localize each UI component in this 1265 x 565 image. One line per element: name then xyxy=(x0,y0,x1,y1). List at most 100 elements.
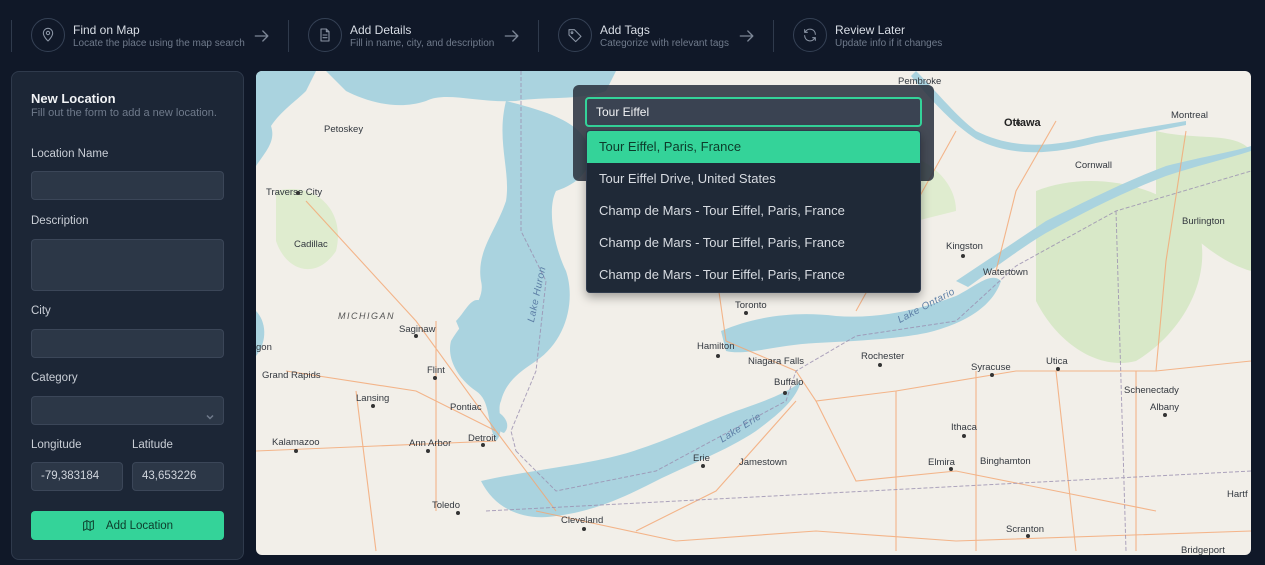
map-dot xyxy=(456,511,460,515)
chevron-down-icon xyxy=(205,406,215,420)
map-dot xyxy=(481,443,485,447)
map-label-ithaca: Ithaca xyxy=(951,422,977,433)
location-name-input[interactable] xyxy=(31,171,224,200)
step-description: Fill in name, city, and description xyxy=(350,38,495,49)
map-label-utica: Utica xyxy=(1046,356,1068,367)
step-find-on-map: Find on Map Locate the place using the m… xyxy=(31,18,245,54)
map-dot xyxy=(296,191,300,195)
step-divider xyxy=(773,20,774,52)
map-dot xyxy=(701,464,705,468)
map-label-hartf: Hartf xyxy=(1227,489,1248,500)
map-label-syracuse: Syracuse xyxy=(971,362,1011,373)
map-label-pontiac: Pontiac xyxy=(450,402,482,413)
description-textarea[interactable] xyxy=(31,239,224,291)
search-result-item[interactable]: Champ de Mars - Tour Eiffel, Paris, Fran… xyxy=(587,259,920,291)
map-dot xyxy=(582,527,586,531)
map-dot xyxy=(744,311,748,315)
map-label-albany: Albany xyxy=(1150,402,1180,413)
step-title: Find on Map xyxy=(73,23,140,37)
form-title: New Location xyxy=(31,91,116,106)
map-search-input[interactable]: Tour Eiffel xyxy=(585,97,922,127)
map-label-jamestown: Jamestown xyxy=(739,457,788,468)
map-label-buffalo: Buffalo xyxy=(774,377,804,388)
map-label-gon: gon xyxy=(256,342,272,353)
map-label-ottawa: Ottawa xyxy=(1004,117,1041,129)
city-input[interactable] xyxy=(31,329,224,358)
refresh-icon xyxy=(793,18,827,52)
map-label-rochester: Rochester xyxy=(861,351,905,362)
description-label: Description xyxy=(31,215,89,227)
map-icon xyxy=(83,520,94,531)
search-result-item[interactable]: Champ de Mars - Tour Eiffel, Paris, Fran… xyxy=(587,195,920,227)
map-label-cleveland: Cleveland xyxy=(561,515,604,526)
category-label: Category xyxy=(31,372,78,384)
latitude-label: Latitude xyxy=(132,439,173,451)
map-label-kingston: Kingston xyxy=(946,241,983,252)
map-dot xyxy=(962,434,966,438)
map-label-scranton: Scranton xyxy=(1006,524,1045,535)
search-result-item[interactable]: Tour Eiffel, Paris, France xyxy=(587,131,920,163)
map-dot xyxy=(371,404,375,408)
map-label-erie: Erie xyxy=(693,453,710,464)
longitude-label: Longitude xyxy=(31,439,82,451)
step-add-details: Add Details Fill in name, city, and desc… xyxy=(308,18,494,54)
map-label-cadillac: Cadillac xyxy=(294,239,328,250)
step-description: Categorize with relevant tags xyxy=(600,38,729,49)
tag-icon xyxy=(558,18,592,52)
arrow-right-icon xyxy=(252,26,272,51)
step-review-later: Review Later Update info if it changes xyxy=(793,18,942,54)
step-divider xyxy=(11,20,12,52)
map-label-burlington: Burlington xyxy=(1182,216,1225,227)
map-label-traverse-city: Traverse City xyxy=(266,187,323,198)
map-label-watertown: Watertown xyxy=(983,267,1029,278)
map-label-michigan: MICHIGAN xyxy=(338,311,395,321)
map-dot xyxy=(961,254,965,258)
add-location-label: Add Location xyxy=(105,519,174,532)
map-dot xyxy=(1026,534,1030,538)
latitude-input[interactable]: 43,653226 xyxy=(132,462,224,491)
map-dot xyxy=(1056,367,1060,371)
step-divider xyxy=(288,20,289,52)
step-description: Update info if it changes xyxy=(835,38,943,49)
search-result-item[interactable]: Champ de Mars - Tour Eiffel, Paris, Fran… xyxy=(587,227,920,259)
map-label-kalamazoo: Kalamazoo xyxy=(272,437,320,448)
step-add-tags: Add Tags Categorize with relevant tags xyxy=(558,18,729,54)
map-label-niagara-falls: Niagara Falls xyxy=(748,356,804,367)
map-label-grand-rapids: Grand Rapids xyxy=(262,370,321,381)
document-icon xyxy=(308,18,342,52)
map-label-flint: Flint xyxy=(427,365,445,376)
longitude-input[interactable]: -79,383184 xyxy=(31,462,123,491)
search-results-dropdown: Tour Eiffel, Paris, France Tour Eiffel D… xyxy=(586,130,921,293)
steps-bar: Find on Map Locate the place using the m… xyxy=(0,0,1265,72)
map-label-saginaw: Saginaw xyxy=(399,324,436,335)
map-label-toledo: Toledo xyxy=(432,500,460,511)
new-location-form: New Location Fill out the form to add a … xyxy=(11,71,244,560)
step-title: Review Later xyxy=(835,23,906,37)
arrow-right-icon xyxy=(737,26,757,51)
search-result-item[interactable]: Tour Eiffel Drive, United States xyxy=(587,163,920,195)
map-label-schenectady: Schenectady xyxy=(1124,385,1179,396)
map-label-lansing: Lansing xyxy=(356,393,390,404)
map-label-bridgeport: Bridgeport xyxy=(1181,545,1225,555)
city-label: City xyxy=(31,305,51,317)
map-dot xyxy=(1163,413,1167,417)
add-location-button[interactable]: Add Location xyxy=(31,511,224,540)
category-select[interactable] xyxy=(31,396,224,425)
step-title: Add Details xyxy=(350,23,412,37)
map-dot xyxy=(783,391,787,395)
map-dot xyxy=(716,354,720,358)
map-dot xyxy=(990,373,994,377)
map-label-toronto: Toronto xyxy=(735,300,767,311)
map-dot xyxy=(426,449,430,453)
map-dot xyxy=(294,449,298,453)
step-title: Add Tags xyxy=(600,23,650,37)
map-label-binghamton: Binghamton xyxy=(980,456,1031,467)
map-dot xyxy=(949,467,953,471)
map-pin-icon xyxy=(31,18,65,52)
form-subtitle: Fill out the form to add a new location. xyxy=(31,107,217,119)
location-name-label: Location Name xyxy=(31,148,109,160)
map-dot xyxy=(1016,121,1020,125)
map-label-petoskey: Petoskey xyxy=(324,124,364,135)
step-divider xyxy=(538,20,539,52)
arrow-right-icon xyxy=(502,26,522,51)
